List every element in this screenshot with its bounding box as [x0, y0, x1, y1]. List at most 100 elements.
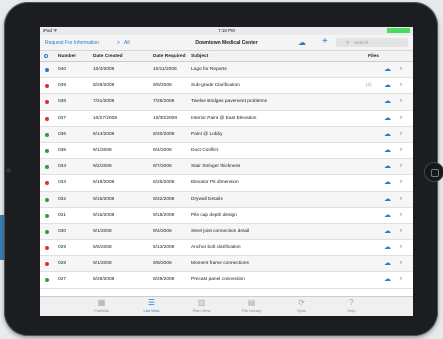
attachment-count: (2) — [366, 82, 372, 88]
chevron-right-icon[interactable]: › — [400, 228, 402, 234]
add-button[interactable]: + — [322, 36, 328, 47]
rfi-subject: Elevator Pit dimension — [191, 180, 239, 186]
date-created: 5/6/2008 — [93, 245, 112, 251]
table-row[interactable]: 037 10/27/2008 10/30/2008 Interior Paint @ … — [40, 111, 413, 127]
status-dot-icon — [45, 278, 49, 283]
chevron-right-icon[interactable]: › — [400, 212, 402, 218]
battery-icon — [387, 28, 410, 33]
column-header-files: Files — [368, 54, 379, 59]
tab-sync[interactable]: ⟳ Sync — [279, 297, 325, 316]
column-header-date-required[interactable]: Date Required — [153, 54, 186, 59]
rfi-subject: Anchor bolt clarification — [191, 245, 241, 251]
cloud-icon[interactable]: ☁ — [384, 97, 391, 105]
rfi-number: 028 — [58, 261, 67, 267]
tab-building[interactable]: ▦ Portfolio — [79, 297, 125, 316]
date-required: 9/8/2008 — [153, 261, 172, 267]
chevron-right-icon[interactable]: › — [400, 179, 402, 185]
cloud-icon[interactable]: ☁ — [384, 162, 391, 170]
date-created: 8/14/2008 — [93, 131, 115, 137]
chevron-right-icon[interactable]: › — [400, 98, 402, 104]
cloud-icon[interactable]: ☁ — [384, 259, 391, 267]
table-row[interactable]: 027 8/29/2008 8/29/2008 Precast panel conne… — [40, 272, 413, 289]
table-header: Number Date Created Date Required Subjec… — [40, 51, 413, 62]
rfi-subject: Drywall Details — [191, 196, 223, 202]
app-screen: iPad ᯤ 7:18 PM 100% Request For Informat… — [40, 27, 413, 316]
table-row[interactable]: 032 9/15/2008 9/22/2008 Drywall Details ☁ › — [40, 191, 413, 208]
chevron-right-icon[interactable]: › — [400, 196, 402, 202]
tab-help[interactable]: ? Help — [329, 297, 375, 316]
table-row[interactable]: 038 7/21/2008 7/28/2008 Twelve Bridges pave… — [40, 94, 413, 111]
home-button[interactable] — [424, 162, 443, 182]
table-row[interactable]: 028 9/1/2008 9/8/2008 Moment frame connecti… — [40, 256, 413, 273]
status-dot-icon — [45, 84, 49, 89]
cloud-icon[interactable]: ☁ — [384, 227, 391, 235]
table-row[interactable]: 034 9/2/2008 9/7/2008 Stair Stringer thickn… — [40, 159, 413, 176]
status-dot-icon — [45, 262, 49, 267]
status-dot-icon — [45, 165, 49, 170]
cloud-icon[interactable]: ☁ — [384, 275, 391, 283]
chevron-right-icon[interactable]: › — [400, 66, 402, 72]
status-dot-icon — [45, 132, 49, 137]
rfi-number: 036 — [58, 131, 67, 137]
table-row[interactable]: 029 5/6/2008 5/13/2008 Anchor bolt clarific… — [40, 240, 413, 257]
status-filter-icon[interactable] — [44, 54, 48, 58]
cloud-icon[interactable]: ☁ — [384, 146, 391, 154]
rfi-number: 038 — [58, 99, 67, 105]
cloud-icon[interactable]: ☁ — [384, 195, 391, 203]
status-dot-icon — [45, 100, 49, 105]
date-required: 6/25/2008 — [153, 180, 175, 186]
table-row[interactable]: 030 9/1/2008 9/4/2008 Steel joist connectio… — [40, 223, 413, 241]
date-required: 10/11/2008 — [153, 67, 177, 72]
cloud-icon[interactable]: ☁ — [384, 65, 391, 73]
tab-list[interactable]: ☰ List View — [129, 297, 175, 316]
tab-file[interactable]: ▤ File Library — [229, 297, 275, 316]
cloud-icon[interactable]: ☁ — [384, 81, 391, 89]
chevron-right-icon[interactable]: › — [400, 147, 402, 153]
ipad-frame: iPad ᯤ 7:18 PM 100% Request For Informat… — [4, 2, 443, 336]
cloud-icon[interactable]: ☁ — [384, 114, 391, 122]
cloud-icon[interactable]: ☁ — [384, 178, 391, 186]
status-dot-icon — [45, 213, 49, 218]
cloud-icon[interactable]: ☁ — [384, 243, 391, 251]
chevron-right-icon[interactable]: › — [400, 244, 402, 250]
rfi-subject: Pile cap depth design — [191, 212, 237, 218]
date-required: 9/22/2008 — [153, 196, 175, 202]
chevron-right-icon[interactable]: › — [400, 82, 402, 88]
rfi-number: 034 — [58, 164, 67, 170]
rfi-subject: Precast panel connection — [191, 277, 245, 283]
status-dot-icon — [45, 116, 49, 121]
cloud-icon[interactable]: ☁ — [384, 211, 391, 219]
date-required: 8/29/2008 — [153, 277, 175, 283]
date-required: 5/13/2008 — [153, 245, 175, 251]
column-header-date-created[interactable]: Date Created — [93, 54, 123, 59]
rfi-number: 032 — [58, 196, 67, 202]
cloud-icon[interactable]: ☁ — [384, 130, 391, 138]
chevron-right-icon[interactable]: › — [400, 276, 402, 282]
date-created: 9/2/2008 — [93, 164, 112, 170]
date-required: 10/30/2008 — [153, 115, 178, 121]
table-row[interactable]: 035 9/1/2008 9/4/2008 Duct Conflict ☁ › — [40, 143, 413, 160]
date-required: 9/4/2008 — [153, 228, 172, 234]
cloud-upload-icon[interactable]: ☁ — [298, 38, 310, 47]
table-row[interactable]: 040 10/4/2008 10/11/2008 Logo for Reports ☁ › — [40, 62, 413, 79]
date-created: 8/29/2008 — [93, 277, 115, 283]
rfi-subject: Paint @ Lobby — [191, 131, 223, 137]
chevron-right-icon[interactable]: › — [400, 260, 402, 266]
search-input[interactable]: ⚲ Search — [336, 38, 408, 47]
help-icon: ? — [349, 298, 354, 307]
rfi-number: 037 — [58, 115, 67, 121]
column-header-subject[interactable]: Subject — [191, 54, 208, 59]
chevron-right-icon[interactable]: › — [400, 131, 402, 137]
rfi-list: 040 10/4/2008 10/11/2008 Logo for Reports ☁ ›… — [40, 62, 413, 289]
date-created: 10/27/2008 — [93, 115, 118, 121]
table-row[interactable]: 033 6/18/2008 6/25/2008 Elevator Pit dimens… — [40, 175, 413, 192]
date-created: 9/15/2008 — [93, 212, 115, 218]
table-row[interactable]: 039 8/29/2008 9/5/2008 Sub-grade Clarificat… — [40, 78, 413, 95]
column-header-number[interactable]: Number — [58, 54, 76, 59]
table-row[interactable]: 031 9/15/2008 9/18/2008 Pile cap depth desi… — [40, 208, 413, 224]
chevron-right-icon[interactable]: › — [400, 115, 402, 121]
table-row[interactable]: 036 8/14/2008 8/20/2008 Paint @ Lobby ☁ › — [40, 126, 413, 143]
tab-map[interactable]: ▥ Plan View — [179, 297, 225, 316]
chevron-right-icon[interactable]: › — [400, 163, 402, 169]
rfi-subject: Twelve Bridges pavement problems — [191, 99, 267, 105]
